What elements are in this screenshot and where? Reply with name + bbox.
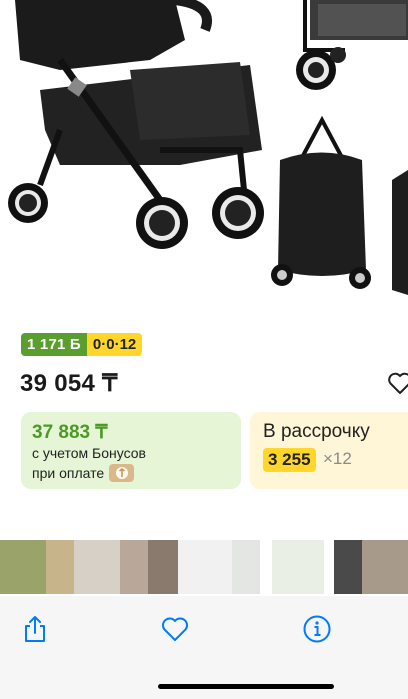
thumbnail-strip[interactable] — [0, 540, 408, 594]
home-indicator — [158, 684, 334, 689]
heart-icon[interactable] — [160, 614, 190, 644]
installment-amount: 3 255 — [263, 448, 316, 472]
bonus-price: 37 883 ₸ — [32, 422, 108, 443]
bonus-price-card[interactable]: 37 883 ₸ с учетом Бонусов при оплате — [21, 412, 241, 489]
installment-title: В рассрочку — [263, 421, 370, 442]
product-page: 1 171 Б 0·0·12 39 054 ₸ 37 883 ₸ с учето… — [0, 0, 408, 699]
thumbnail[interactable] — [120, 540, 148, 594]
promo-badges: 1 171 Б 0·0·12 — [21, 333, 143, 356]
stroller-photo — [8, 0, 408, 295]
thumbnail[interactable] — [148, 540, 178, 594]
thumbnail[interactable] — [0, 540, 46, 594]
installment-badge: 0·0·12 — [86, 333, 143, 356]
thumbnail-gap — [260, 540, 272, 594]
thumbnail[interactable] — [362, 540, 408, 594]
thumbnail[interactable] — [46, 540, 74, 594]
thumbnail[interactable] — [232, 540, 260, 594]
thumbnail[interactable] — [334, 540, 362, 594]
bonus-caption-line2: при оплате — [32, 465, 105, 481]
installment-months: ×12 — [323, 449, 352, 468]
installment-card[interactable]: В рассрочку 3 255 ×12 — [250, 412, 408, 489]
thumbnail[interactable] — [272, 540, 324, 594]
thumbnail[interactable] — [178, 540, 232, 594]
favorite-heart-icon[interactable] — [387, 371, 408, 395]
thumbnail[interactable] — [74, 540, 120, 594]
share-icon[interactable] — [20, 614, 50, 644]
info-icon[interactable] — [302, 614, 332, 644]
bonus-caption-line1: с учетом Бонусов — [32, 445, 146, 461]
product-price: 39 054 ₸ — [20, 370, 118, 397]
thumbnail-gap — [324, 540, 334, 594]
product-photo-carousel[interactable] — [0, 0, 408, 318]
payment-app-icon — [109, 464, 134, 482]
bonus-badge: 1 171 Б — [21, 333, 87, 356]
